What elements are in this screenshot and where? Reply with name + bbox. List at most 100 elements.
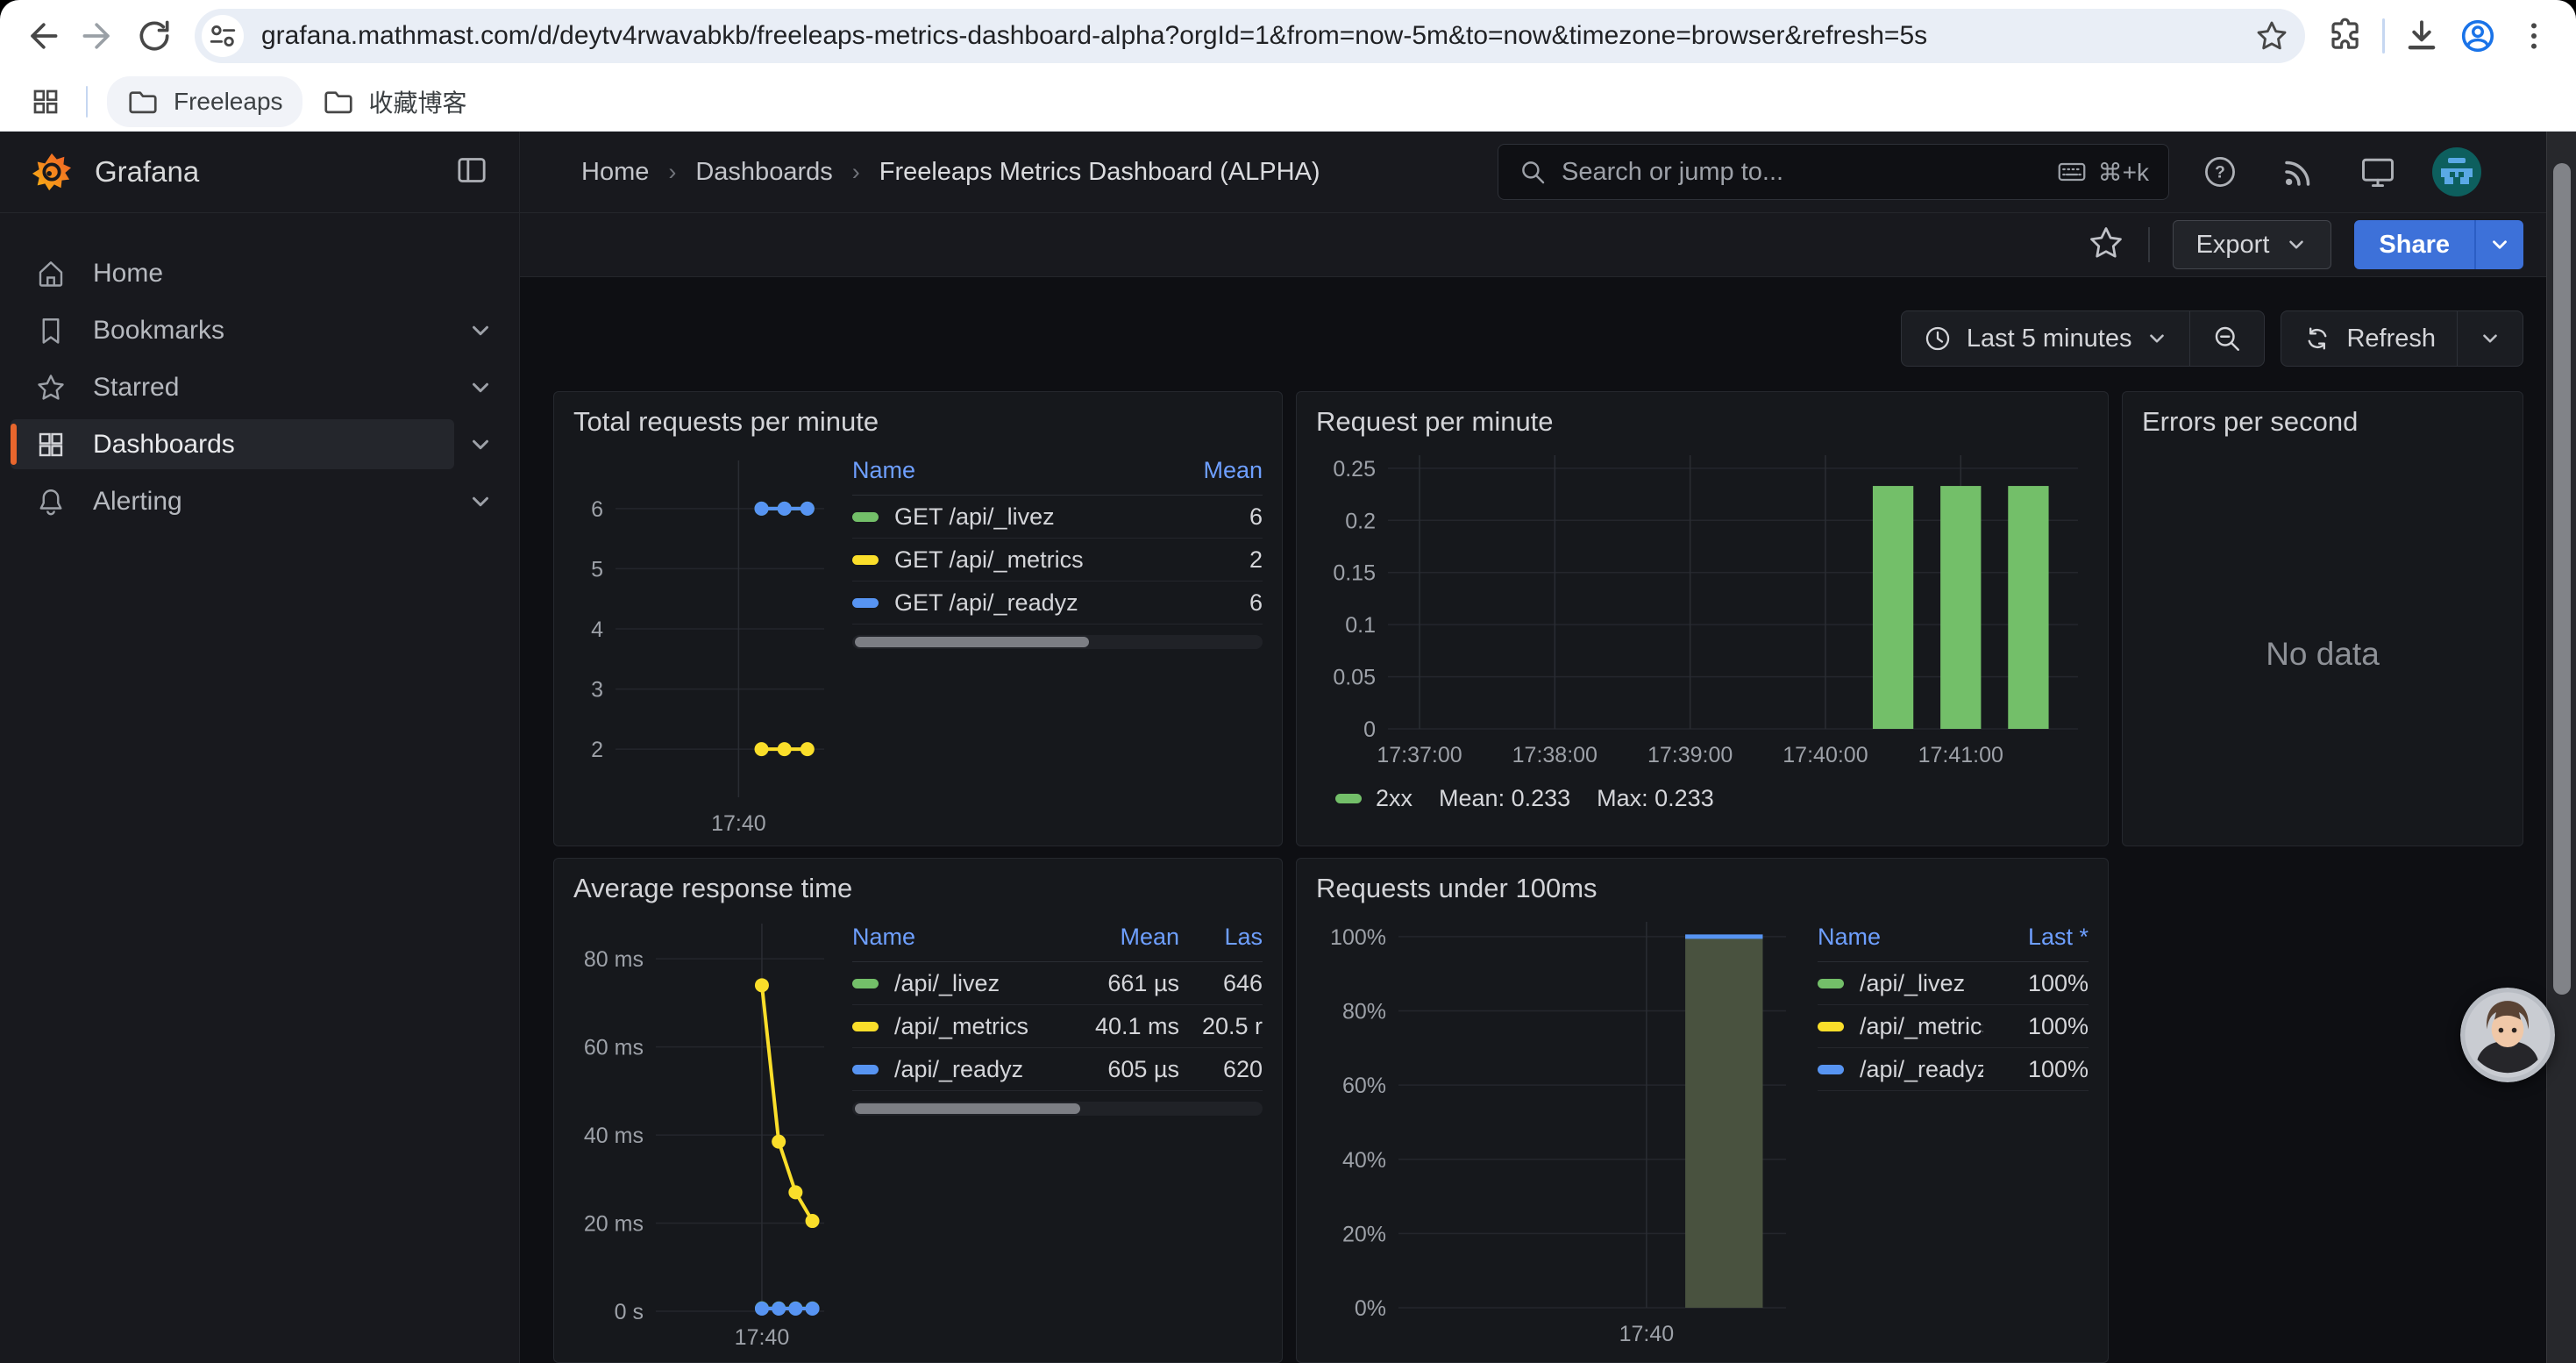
grafana-logo [32, 152, 72, 192]
bookmark-star-button[interactable] [2249, 13, 2295, 59]
sidebar-item-dashboards[interactable]: Dashboards [11, 419, 454, 469]
sidebar-item-label: Dashboards [93, 430, 235, 460]
series-toggle[interactable]: GET /api/_livez [852, 503, 1166, 531]
site-info-button[interactable] [202, 15, 244, 57]
breadcrumb-current: Freeleaps Metrics Dashboard (ALPHA) [879, 158, 1320, 187]
sidebar-item-starred[interactable]: Starred [11, 362, 454, 412]
help-button[interactable]: ? [2195, 147, 2245, 196]
refresh-button[interactable]: Refresh [2281, 311, 2457, 366]
series-last: 100% [1983, 1013, 2089, 1040]
browser-profile-button[interactable] [2450, 8, 2506, 64]
refresh-interval-button[interactable] [2457, 311, 2523, 366]
refresh-group: Refresh [2281, 310, 2523, 367]
legend-row: GET /api/_livez 6 [852, 496, 1263, 539]
series-toggle[interactable]: GET /api/_metrics [852, 546, 1166, 574]
svg-text:17:40:00: 17:40:00 [1783, 743, 1868, 767]
search-field[interactable] [1562, 158, 2042, 187]
chevron-down-icon [2145, 327, 2168, 350]
search-input[interactable]: ⌘+k [1498, 144, 2169, 200]
user-avatar[interactable] [2432, 147, 2481, 196]
svg-text:3: 3 [591, 678, 603, 703]
url-text: grafana.mathmast.com/d/deytv4rwavabkb/fr… [261, 21, 2249, 51]
page-scrollbar[interactable] [2546, 132, 2576, 1363]
extensions-button[interactable] [2317, 8, 2373, 64]
series-toggle[interactable]: /api/_livez [1818, 970, 1983, 997]
scrollbar-thumb[interactable] [2553, 163, 2571, 995]
bookmark-folder-freeleaps[interactable]: Freeleaps [107, 76, 302, 127]
share-label: Share [2379, 231, 2450, 260]
legend-table: Name Mean GET /api/_livez 6 GET /api/_me… [852, 453, 1263, 838]
back-button[interactable] [14, 8, 70, 64]
request-per-minute-chart[interactable]: 00.050.10.150.20.2517:37:0017:38:0017:39… [1311, 443, 2094, 778]
profile-icon [2458, 16, 2498, 56]
series-color-pill [852, 979, 879, 988]
zoom-out-button[interactable] [2189, 311, 2264, 366]
series-toggle[interactable]: /api/_metrics [852, 1013, 1048, 1040]
svg-text:17:41:00: 17:41:00 [1918, 743, 2003, 767]
sidebar-starred-expand[interactable] [454, 362, 507, 412]
panel-errors-per-second: Errors per second No data [2122, 391, 2523, 846]
breadcrumb-separator: › [852, 159, 860, 186]
legend-header-last[interactable]: Las [1179, 924, 1263, 951]
folder-icon [322, 85, 355, 118]
floating-assistant-avatar[interactable] [2460, 988, 2555, 1082]
share-button[interactable]: Share [2354, 220, 2474, 269]
legend-header-mean[interactable]: Mean [1048, 924, 1179, 951]
keyboard-icon [2056, 156, 2088, 188]
legend-row: GET /api/_metrics 2 [852, 539, 1263, 582]
legend-horizontal-scrollbar[interactable] [852, 1102, 1263, 1116]
sidebar-bookmarks-expand[interactable] [454, 305, 507, 355]
series-toggle[interactable]: /api/_metrics [1818, 1013, 1983, 1040]
time-range-picker[interactable]: Last 5 minutes [1902, 311, 2190, 366]
apps-grid-button[interactable] [21, 77, 70, 126]
topnav-icons: ? [2195, 147, 2481, 196]
legend-header-mean[interactable]: Mean [1166, 457, 1263, 484]
series-toggle[interactable]: GET /api/_readyz [852, 589, 1166, 617]
bookmark-folder-blogs[interactable]: 收藏博客 [302, 75, 487, 128]
legend-header-last[interactable]: Last * [1983, 924, 2089, 951]
monitor-icon [2359, 153, 2397, 191]
share-dropdown-button[interactable] [2474, 220, 2523, 269]
series-mean-stat: Mean: 0.233 [1439, 785, 1570, 812]
export-button[interactable]: Export [2173, 220, 2332, 269]
series-last: 620 [1179, 1056, 1263, 1083]
average-response-time-chart[interactable]: 80 ms60 ms40 ms20 ms0 s17:40 [568, 910, 836, 1357]
breadcrumb-dashboards[interactable]: Dashboards [695, 158, 832, 187]
series-color-pill [852, 1065, 879, 1074]
sidebar-item-home[interactable]: Home [11, 248, 454, 298]
address-bar[interactable]: grafana.mathmast.com/d/deytv4rwavabkb/fr… [195, 9, 2305, 63]
export-label: Export [2196, 231, 2270, 260]
series-toggle[interactable]: /api/_readyz [1818, 1056, 1983, 1083]
star-dashboard-button[interactable] [2087, 224, 2125, 267]
sidebar-item-bookmarks[interactable]: Bookmarks [11, 305, 454, 355]
series-color-pill [1335, 794, 1362, 803]
breadcrumb-home[interactable]: Home [581, 158, 649, 187]
svg-text:20 ms: 20 ms [584, 1212, 644, 1237]
display-kiosk-button[interactable] [2353, 147, 2402, 196]
svg-text:2: 2 [591, 738, 603, 762]
requests-under-100ms-chart[interactable]: 100%80%60%40%20%0%17:40 [1311, 910, 1802, 1357]
legend-header-name[interactable]: Name [852, 924, 1048, 951]
panel-title: Total requests per minute [554, 392, 1282, 443]
browser-menu-button[interactable] [2506, 8, 2562, 64]
series-toggle[interactable]: /api/_readyz [852, 1056, 1048, 1083]
browser-toolbar: grafana.mathmast.com/d/deytv4rwavabkb/fr… [0, 0, 2576, 72]
bookmark-label: 收藏博客 [369, 84, 467, 119]
series-toggle[interactable]: /api/_livez [852, 970, 1048, 997]
series-color-pill [852, 555, 879, 565]
legend-horizontal-scrollbar[interactable] [852, 635, 1263, 649]
total-requests-chart[interactable]: 6543217:40 [568, 443, 836, 838]
sidebar-dashboards-expand[interactable] [454, 419, 507, 469]
svg-text:40%: 40% [1342, 1148, 1386, 1173]
legend-header-name[interactable]: Name [852, 457, 1166, 484]
sidebar-alerting-expand[interactable] [454, 476, 507, 526]
forward-button[interactable] [70, 8, 126, 64]
news-rss-button[interactable] [2274, 147, 2323, 196]
series-toggle[interactable]: 2xx [1335, 785, 1413, 812]
legend-header-name[interactable]: Name [1818, 924, 1983, 951]
panel-total-requests-per-minute: Total requests per minute 6543217:40 Nam… [553, 391, 1283, 846]
reload-button[interactable] [126, 8, 182, 64]
downloads-button[interactable] [2394, 8, 2450, 64]
dock-menu-button[interactable] [454, 153, 489, 192]
sidebar-item-alerting[interactable]: Alerting [11, 476, 454, 526]
